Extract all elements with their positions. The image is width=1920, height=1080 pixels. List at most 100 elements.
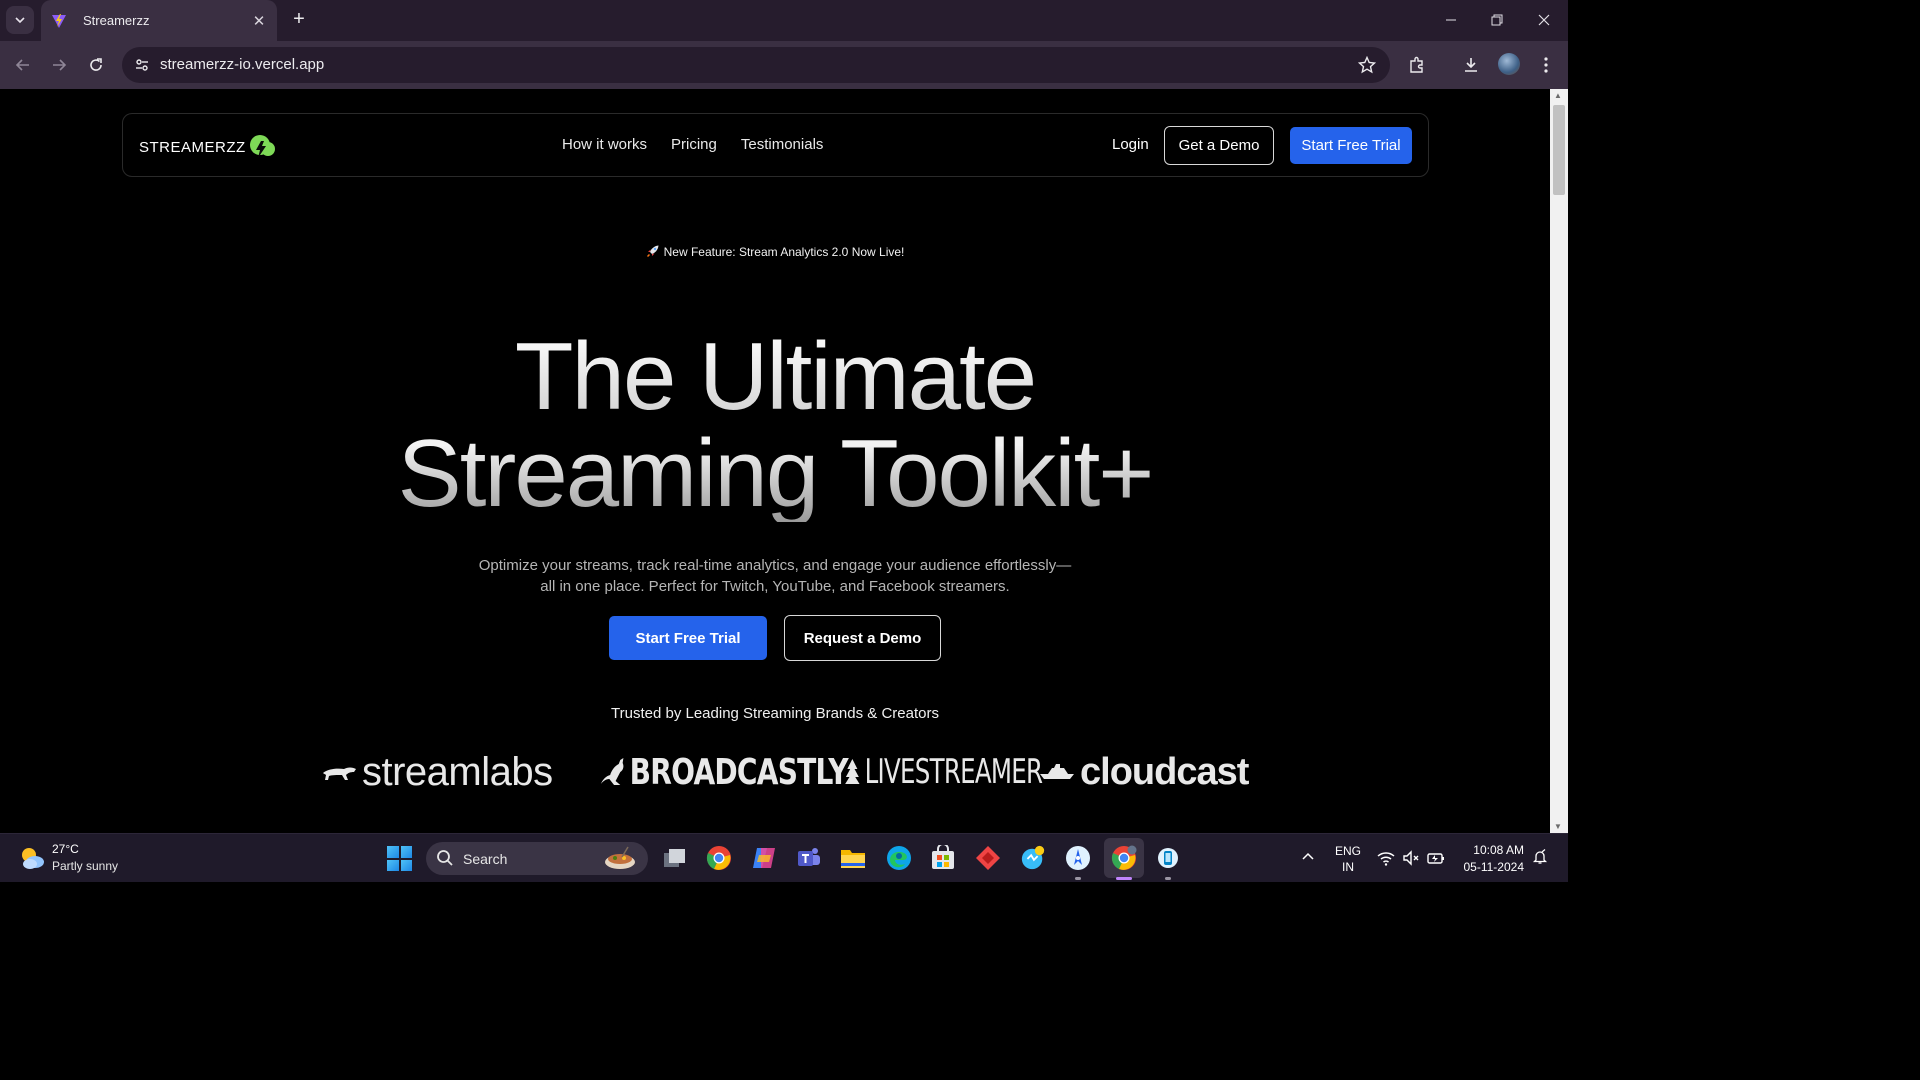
region-code: IN <box>1342 860 1354 874</box>
battery-icon[interactable] <box>1427 849 1445 867</box>
store-icon <box>932 845 954 869</box>
bookmark-star-button[interactable] <box>1356 54 1378 76</box>
notification-bell-icon[interactable] <box>1532 849 1548 865</box>
close-tab-icon[interactable]: ✕ <box>247 12 271 30</box>
running-indicator <box>1165 877 1171 880</box>
task-view-button[interactable] <box>662 845 688 871</box>
brand-name: BROADCASTLY <box>629 751 849 793</box>
scroll-down-arrow-icon[interactable]: ▼ <box>1554 822 1562 831</box>
nav-start-trial-button[interactable]: Start Free Trial <box>1290 127 1412 164</box>
taskbar-teams[interactable] <box>796 845 822 871</box>
yacht-icon <box>1040 764 1074 779</box>
hero-title-line-1: The Ultimate <box>0 329 1550 425</box>
taskbar-chrome[interactable] <box>706 845 732 871</box>
reload-button[interactable] <box>84 53 108 77</box>
brand-logo-livestreamer: LIVESTREAMER <box>843 747 1043 797</box>
brand-name: LIVESTREAMER <box>864 752 1043 792</box>
url-text[interactable]: streamerzz-io.vercel.app <box>160 56 324 73</box>
login-link[interactable]: Login <box>1112 136 1149 153</box>
anydesk-icon <box>976 846 1000 870</box>
restore-icon <box>1491 14 1503 26</box>
windows-logo-pane <box>387 859 399 871</box>
compass-app-icon <box>1066 846 1090 870</box>
taskbar-search[interactable]: Search <box>426 842 648 875</box>
input-language[interactable]: ENG IN <box>1334 843 1362 875</box>
partly-sunny-icon[interactable] <box>18 844 46 872</box>
taskbar-chrome-profile[interactable] <box>1111 845 1137 871</box>
active-indicator <box>1116 877 1132 880</box>
taskbar-phone-link[interactable] <box>1155 845 1181 871</box>
search-label: Search <box>463 851 508 867</box>
get-demo-button[interactable]: Get a Demo <box>1164 126 1274 165</box>
scroll-thumb[interactable] <box>1553 105 1565 195</box>
announcement-text: New Feature: Stream Analytics 2.0 Now Li… <box>663 245 905 259</box>
chevron-down-icon <box>15 17 25 24</box>
browser-toolbar: streamerzz-io.vercel.app <box>0 41 1568 89</box>
new-tab-button[interactable]: + <box>287 8 311 32</box>
start-button[interactable] <box>387 846 412 871</box>
minimize-icon <box>1446 19 1456 21</box>
announcement-banner[interactable]: New Feature: Stream Analytics 2.0 Now Li… <box>0 244 1550 259</box>
kangaroo-icon <box>600 758 624 785</box>
windows-logo-pane <box>387 846 399 858</box>
language-code: ENG <box>1334 844 1361 858</box>
brand-logo-cloudcast: cloudcast <box>1038 747 1249 797</box>
tab-search-button[interactable] <box>6 6 34 34</box>
web-page: STREAMERZZ How it works Pricing Testimon… <box>0 89 1550 833</box>
taskbar-anydesk[interactable] <box>975 845 1001 871</box>
clock-time: 10:08 AM <box>1473 843 1524 857</box>
site-logo[interactable]: STREAMERZZ <box>139 132 277 162</box>
taskbar-app-chat[interactable] <box>1020 845 1046 871</box>
trusted-by-label: Trusted by Leading Streaming Brands & Cr… <box>611 705 939 722</box>
browser-tab[interactable]: Streamerzz ✕ <box>41 0 277 41</box>
address-bar[interactable]: streamerzz-io.vercel.app <box>122 47 1390 83</box>
taskbar-copilot[interactable] <box>751 845 777 871</box>
clock[interactable]: 10:08 AM 05-11-2024 <box>1458 842 1525 876</box>
page-scrollbar[interactable]: ▲ ▼ <box>1550 89 1568 833</box>
brand-name: cloudcast <box>1080 750 1249 793</box>
profile-avatar[interactable] <box>1498 53 1520 75</box>
vite-favicon-icon <box>52 13 66 28</box>
taskbar-edge[interactable] <box>886 845 912 871</box>
site-info-button[interactable] <box>130 53 154 77</box>
browser-tab-bar: Streamerzz ✕ + <box>0 0 1568 41</box>
speaker-muted-icon[interactable] <box>1402 849 1420 867</box>
puzzle-icon <box>1410 56 1423 73</box>
forward-button[interactable] <box>47 53 71 77</box>
close-window-button[interactable] <box>1530 8 1558 32</box>
extensions-button[interactable] <box>1405 53 1429 77</box>
taskbar-store[interactable] <box>930 845 956 871</box>
browser-menu-button[interactable] <box>1534 53 1558 77</box>
teams-icon <box>798 848 820 866</box>
hero-title-line-2: Streaming Toolkit+ <box>0 426 1550 522</box>
task-view-icon <box>664 849 685 867</box>
tree-icon <box>845 759 860 784</box>
close-icon <box>1538 14 1550 26</box>
back-button[interactable] <box>11 53 35 77</box>
brand-logo-streamlabs: streamlabs <box>322 747 553 797</box>
more-vertical-icon <box>1544 57 1548 73</box>
taskbar-app-launcher[interactable] <box>1065 845 1091 871</box>
tab-title: Streamerzz <box>83 13 150 28</box>
chevron-up-icon[interactable] <box>1300 849 1316 865</box>
restore-button[interactable] <box>1483 8 1511 32</box>
downloads-button[interactable] <box>1459 53 1483 77</box>
nav-link-pricing[interactable]: Pricing <box>671 136 717 153</box>
brand-name: streamlabs <box>362 749 553 794</box>
lightning-cloud-icon <box>249 135 275 158</box>
star-icon <box>1358 56 1376 74</box>
wifi-icon[interactable] <box>1377 849 1395 867</box>
minimize-button[interactable] <box>1437 8 1465 32</box>
weather-temperature: 27°C <box>52 842 79 856</box>
taskbar-file-explorer[interactable] <box>840 845 866 871</box>
brand-logo-broadcastly: BROADCASTLY <box>600 747 849 797</box>
panther-icon <box>323 767 356 780</box>
hero-start-trial-button[interactable]: Start Free Trial <box>609 616 767 660</box>
arrow-right-icon <box>53 59 67 71</box>
nav-link-how-it-works[interactable]: How it works <box>562 136 647 153</box>
request-demo-button[interactable]: Request a Demo <box>784 615 941 661</box>
weather-description: Partly sunny <box>52 859 119 873</box>
rocket-icon <box>646 245 659 258</box>
nav-link-testimonials[interactable]: Testimonials <box>741 136 824 153</box>
scroll-up-arrow-icon[interactable]: ▲ <box>1554 91 1562 100</box>
